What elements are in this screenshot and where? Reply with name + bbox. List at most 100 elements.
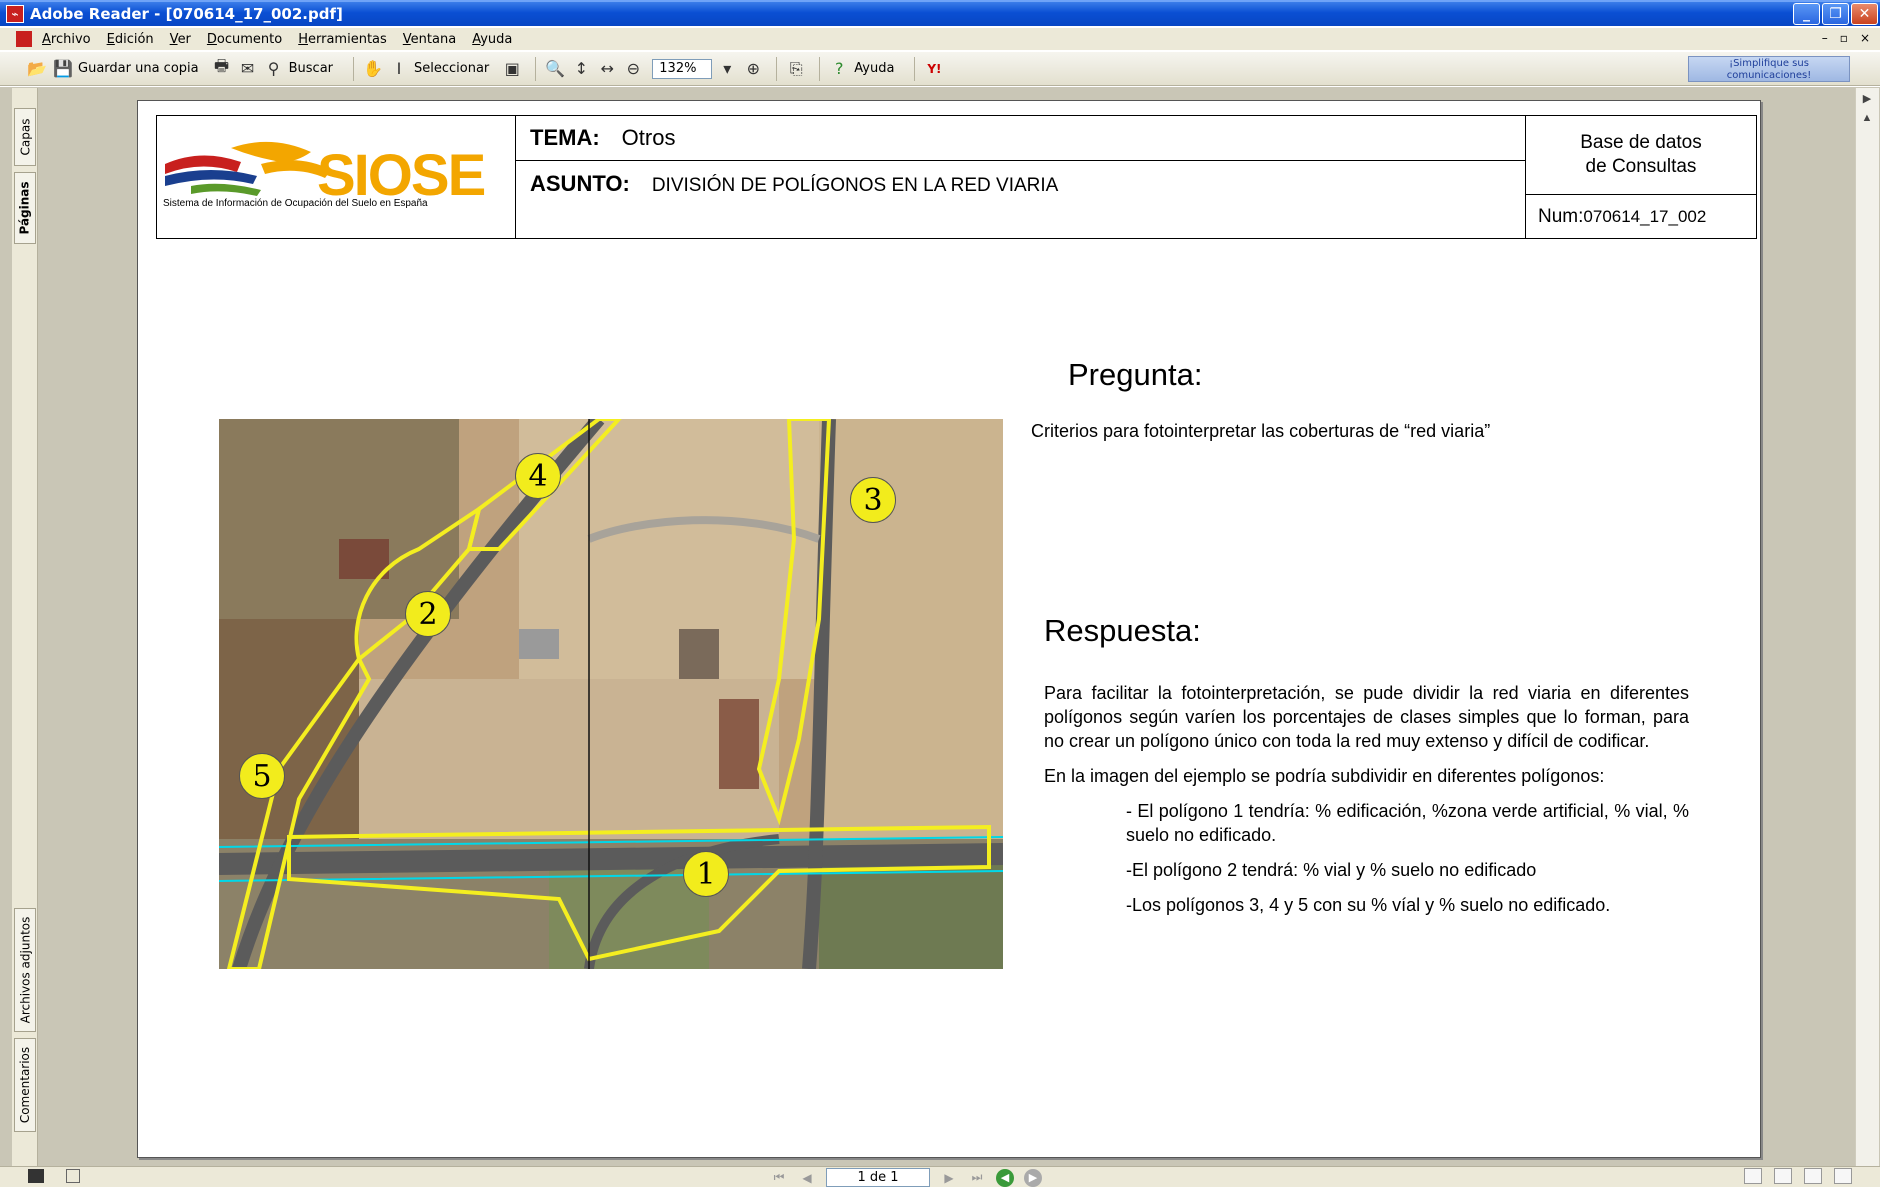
respuesta-body: Para facilitar la fotointerpretación, se… (1044, 681, 1689, 928)
help-icon: ? (835, 59, 844, 78)
doc-restore-button[interactable]: ▫ (1840, 31, 1848, 45)
single-page-view-icon[interactable] (1744, 1168, 1762, 1184)
minimize-button[interactable]: _ (1793, 3, 1820, 25)
zoom-level-input[interactable]: 132% (652, 58, 713, 79)
page-number-input[interactable]: 1 de 1 (826, 1168, 930, 1187)
scroll-up-arrow-icon[interactable]: ▲ (1856, 108, 1878, 128)
menu-herramientas[interactable]: Herramientas (298, 32, 387, 47)
previous-page-icon[interactable]: ◀ (798, 1169, 816, 1187)
asunto-row: ASUNTO: DIVISIÓN DE POLÍGONOS EN LA RED … (516, 161, 1525, 237)
polygon-label-5: 5 (239, 753, 285, 799)
scroll-right-arrow-icon[interactable]: ▶ (1856, 88, 1878, 108)
zoom-in-icon[interactable]: ⊕ (742, 58, 764, 80)
siose-logo: SIOSE Sistema de Información de Ocupació… (157, 116, 516, 238)
toolbar: 📂 💾 Guardar una copia 🖶 ✉ ⚲ Buscar ✋ I S… (0, 52, 1880, 86)
next-page-icon[interactable]: ▶ (940, 1169, 958, 1187)
last-page-icon[interactable]: ⏭ (968, 1169, 986, 1187)
restore-button[interactable]: ❐ (1822, 3, 1849, 25)
doc-close-button[interactable]: × (1860, 31, 1870, 45)
toolbar-divider (914, 56, 916, 81)
email-icon[interactable]: ✉ (237, 58, 259, 80)
menu-documento[interactable]: Documento (207, 32, 282, 47)
consult-number: Num: 070614_17_002 (1526, 195, 1756, 238)
help-label: Ayuda (854, 61, 895, 76)
continuous-view-icon[interactable] (1774, 1168, 1792, 1184)
siose-logo-graphic (165, 141, 331, 196)
close-button[interactable]: ✕ (1851, 3, 1878, 25)
select-tool-button[interactable]: I Seleccionar (388, 58, 490, 80)
siose-logo-subtitle: Sistema de Información de Ocupación del … (163, 198, 428, 209)
tab-archivos-adjuntos[interactable]: Archivos adjuntos (14, 908, 36, 1032)
window-title: Adobe Reader - [070614_17_002.pdf] (30, 5, 343, 23)
save-copy-label: Guardar una copia (78, 61, 199, 76)
zoom-out-icon[interactable]: ⊖ (622, 58, 644, 80)
continuous-facing-view-icon[interactable] (1834, 1168, 1852, 1184)
asunto-label: ASUNTO: (530, 171, 630, 196)
menu-archivo[interactable]: Archivo (42, 32, 91, 47)
zoom-in-tool-icon[interactable]: 🔍 (544, 58, 566, 80)
snapshot-icon[interactable]: ▣ (501, 58, 523, 80)
tema-label: TEMA: (530, 125, 600, 150)
rotate-page-icon[interactable]: ⎘ (785, 58, 807, 80)
print-icon[interactable]: 🖶 (211, 56, 233, 80)
next-view-icon[interactable]: ▶ (1024, 1168, 1042, 1187)
asunto-value: DIVISIÓN DE POLÍGONOS EN LA RED VIARIA (651, 175, 1059, 196)
search-button[interactable]: ⚲ Buscar (263, 58, 333, 80)
open-folder-icon[interactable]: 📂 (26, 58, 48, 80)
num-value: 070614_17_002 (1583, 206, 1707, 226)
menu-edicion[interactable]: Edición (107, 32, 154, 47)
fit-page-icon[interactable]: ↕ (570, 58, 592, 80)
polygon-label-2: 2 (405, 591, 451, 637)
polygon-label-4: 4 (515, 453, 561, 499)
tab-comments-label: Comentarios (18, 1046, 33, 1124)
facing-view-icon[interactable] (1804, 1168, 1822, 1184)
window-titlebar[interactable]: ⌁ Adobe Reader - [070614_17_002.pdf] _ ❐… (0, 0, 1880, 26)
pdf-page: SIOSE Sistema de Información de Ocupació… (137, 100, 1761, 1158)
yahoo-icon[interactable]: Y! (923, 58, 945, 80)
respuesta-poligonos-3-4-5: -Los polígonos 3, 4 y 5 con su % víal y … (1126, 895, 1611, 915)
database-label: Base de datos de Consultas (1526, 116, 1756, 195)
menu-ventana[interactable]: Ventana (403, 32, 456, 47)
hand-tool-icon[interactable]: ✋ (362, 58, 384, 80)
respuesta-poligono-2: -El polígono 2 tendrá: % vial y % suelo … (1126, 860, 1537, 880)
pregunta-text: Criterios para fotointerpretar las cober… (1031, 421, 1491, 441)
zoom-dropdown-icon[interactable]: ▾ (716, 58, 738, 80)
polygon-label-3: 3 (850, 477, 896, 523)
database-line-2: de Consultas (1585, 156, 1697, 177)
promo-banner[interactable]: ¡Simplifique sus comunicaciones! (1688, 56, 1850, 82)
tab-paginas[interactable]: Páginas (14, 172, 36, 244)
save-disk-icon: 💾 (53, 59, 73, 78)
save-copy-button[interactable]: 💾 Guardar una copia (52, 58, 199, 80)
toolbar-divider (535, 56, 537, 81)
tab-attachments-label: Archivos adjuntos (18, 916, 32, 1024)
menubar: Archivo Edición Ver Documento Herramient… (0, 28, 1880, 50)
binoculars-icon: ⚲ (267, 59, 280, 78)
respuesta-paragraph-2: En la imagen del ejemplo se podría subdi… (1044, 766, 1605, 786)
save-status-icon[interactable] (28, 1169, 44, 1183)
polygon-label-1: 1 (683, 851, 729, 897)
select-label: Seleccionar (414, 61, 490, 76)
tab-paginas-label: Páginas (18, 181, 32, 235)
vertical-scrollbar[interactable]: ▶ ▲ (1855, 88, 1879, 1168)
tab-capas[interactable]: Capas (14, 108, 36, 166)
menu-ayuda[interactable]: Ayuda (472, 32, 512, 47)
tema-row: TEMA: Otros (516, 116, 1525, 161)
toolbar-divider (353, 56, 354, 81)
aerial-photo: 1 2 3 4 5 (219, 419, 1003, 969)
tema-value: Otros (621, 125, 676, 150)
fit-width-icon[interactable]: ↔ (596, 58, 618, 80)
adobe-reader-icon: ⌁ (6, 5, 24, 23)
toolbar-divider (819, 56, 821, 81)
menu-ver[interactable]: Ver (170, 32, 191, 47)
tab-comentarios[interactable]: Comentarios (14, 1038, 36, 1132)
previous-view-icon[interactable]: ◀ (996, 1168, 1014, 1187)
page-options-icon[interactable] (66, 1169, 80, 1183)
search-label: Buscar (288, 61, 333, 76)
document-header-table: SIOSE Sistema de Información de Ocupació… (156, 115, 1757, 239)
respuesta-paragraph-1: Para facilitar la fotointerpretación, se… (1044, 683, 1689, 751)
first-page-icon[interactable]: ⏮ (770, 1169, 788, 1187)
status-bar: ⏮ ◀ 1 de 1 ▶ ⏭ ◀ ▶ (0, 1166, 1880, 1187)
pregunta-title: Pregunta: (1068, 357, 1203, 392)
help-button[interactable]: ? Ayuda (828, 58, 894, 80)
doc-minimize-button[interactable]: – (1822, 31, 1828, 45)
